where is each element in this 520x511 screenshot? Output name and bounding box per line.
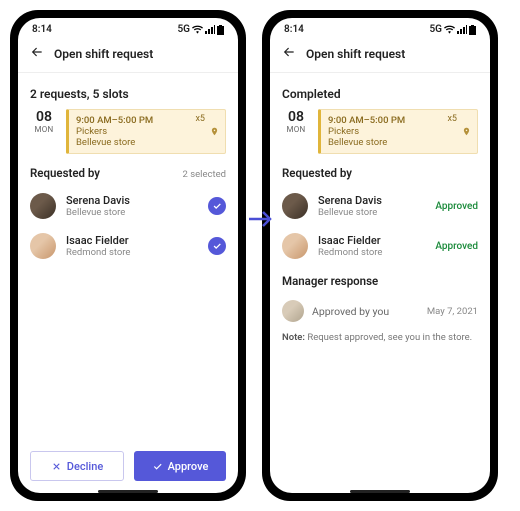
requester-info: Serena Davis Bellevue store (318, 194, 425, 218)
network-label: 5G (177, 24, 190, 35)
requester-info: Isaac Fielder Redmond store (318, 234, 425, 258)
decline-button[interactable]: Decline (30, 451, 124, 481)
content-right: Completed 08 MON 9:00 AM–5:00 PM Pickers… (270, 73, 490, 487)
requester-name: Isaac Fielder (66, 234, 198, 247)
shift-slot-count: x5 (195, 114, 205, 124)
back-button[interactable] (282, 45, 296, 62)
avatar (30, 193, 56, 219)
manager-response-header: Manager response (282, 274, 478, 288)
shift-card[interactable]: 08 MON 9:00 AM–5:00 PM Pickers Bellevue … (282, 109, 478, 154)
shift-date: 08 MON (30, 109, 58, 154)
status-icons: 5G (177, 24, 224, 35)
approval-status: Approved (435, 241, 478, 252)
shift-location: Bellevue store (328, 137, 470, 148)
manager-note: Note: Request approved, see you in the s… (282, 332, 478, 343)
manager-response-row: Approved by you May 7, 2021 (282, 294, 478, 328)
requested-by-label: Requested by (282, 166, 352, 180)
requester-store: Bellevue store (318, 207, 425, 218)
requested-by-header: Requested by 2 selected (30, 166, 226, 180)
page-title: Open shift request (306, 47, 405, 61)
note-prefix: Note: (282, 332, 305, 343)
shift-details: 9:00 AM–5:00 PM Pickers Bellevue store x… (318, 109, 478, 154)
shift-date: 08 MON (282, 109, 310, 154)
requester-row[interactable]: Isaac Fielder Redmond store Approved (282, 226, 478, 266)
decline-label: Decline (67, 460, 103, 473)
shift-role: Pickers (328, 126, 470, 137)
x-icon (51, 461, 62, 472)
phone-left: 8:14 5G Open shift request 2 requests, 5… (10, 10, 246, 501)
manager-response-date: May 7, 2021 (427, 306, 478, 317)
note-body: Request approved, see you in the store. (305, 332, 472, 343)
manager-response-label: Manager response (282, 274, 378, 288)
footer-actions: Decline Approve (18, 441, 238, 487)
shift-card[interactable]: 08 MON 9:00 AM–5:00 PM Pickers Bellevue … (30, 109, 226, 154)
location-pin-icon (210, 126, 219, 139)
selection-check[interactable] (208, 237, 226, 255)
check-icon (212, 241, 222, 251)
signal-icon (457, 25, 467, 34)
requested-by-header: Requested by (282, 166, 478, 180)
check-icon (212, 201, 222, 211)
page-header: Open shift request (18, 37, 238, 73)
content-left: 2 requests, 5 slots 08 MON 9:00 AM–5:00 … (18, 73, 238, 441)
status-bar: 8:14 5G (270, 18, 490, 37)
status-time: 8:14 (32, 24, 52, 35)
selected-count: 2 selected (183, 169, 226, 180)
approve-label: Approve (168, 460, 209, 473)
check-icon (152, 461, 163, 472)
selection-check[interactable] (208, 197, 226, 215)
arrow-left-icon (282, 45, 296, 59)
battery-icon (469, 25, 476, 35)
screen-right: 8:14 5G Open shift request Completed (270, 18, 490, 493)
requester-name: Serena Davis (318, 194, 425, 207)
avatar (30, 233, 56, 259)
location-pin-icon (462, 126, 471, 139)
manager-response-text: Approved by you (312, 305, 419, 318)
battery-icon (217, 25, 224, 35)
shift-day-number: 08 (30, 109, 58, 125)
arrow-left-icon (30, 45, 44, 59)
screen-left: 8:14 5G Open shift request 2 requests, 5… (18, 18, 238, 493)
transition-arrow-icon (249, 210, 273, 232)
shift-location: Bellevue store (76, 137, 218, 148)
shift-role: Pickers (76, 126, 218, 137)
avatar (282, 300, 304, 322)
signal-icon (205, 25, 215, 34)
shift-day-name: MON (282, 125, 310, 134)
shift-day-name: MON (30, 125, 58, 134)
wifi-icon (444, 25, 455, 34)
page-header: Open shift request (270, 37, 490, 73)
back-button[interactable] (30, 45, 44, 62)
requester-store: Redmond store (318, 247, 425, 258)
network-label: 5G (429, 24, 442, 35)
home-indicator (350, 490, 410, 493)
requester-row[interactable]: Serena Davis Bellevue store Approved (282, 186, 478, 226)
shift-details: 9:00 AM–5:00 PM Pickers Bellevue store x… (66, 109, 226, 154)
requester-info: Isaac Fielder Redmond store (66, 234, 198, 258)
avatar (282, 233, 308, 259)
requester-info: Serena Davis Bellevue store (66, 194, 198, 218)
status-heading: Completed (282, 87, 478, 101)
wifi-icon (192, 25, 203, 34)
page-title: Open shift request (54, 47, 153, 61)
requester-store: Redmond store (66, 247, 198, 258)
requester-store: Bellevue store (66, 207, 198, 218)
requester-name: Serena Davis (66, 194, 198, 207)
avatar (282, 193, 308, 219)
requested-by-label: Requested by (30, 166, 100, 180)
home-indicator (98, 490, 158, 493)
approve-button[interactable]: Approve (134, 451, 226, 481)
approval-status: Approved (435, 201, 478, 212)
requester-name: Isaac Fielder (318, 234, 425, 247)
status-time: 8:14 (284, 24, 304, 35)
requester-row[interactable]: Serena Davis Bellevue store (30, 186, 226, 226)
phone-right: 8:14 5G Open shift request Completed (262, 10, 498, 501)
status-icons: 5G (429, 24, 476, 35)
shift-slot-count: x5 (447, 114, 457, 124)
shift-day-number: 08 (282, 109, 310, 125)
status-bar: 8:14 5G (18, 18, 238, 37)
requester-row[interactable]: Isaac Fielder Redmond store (30, 226, 226, 266)
summary-line: 2 requests, 5 slots (30, 87, 226, 101)
